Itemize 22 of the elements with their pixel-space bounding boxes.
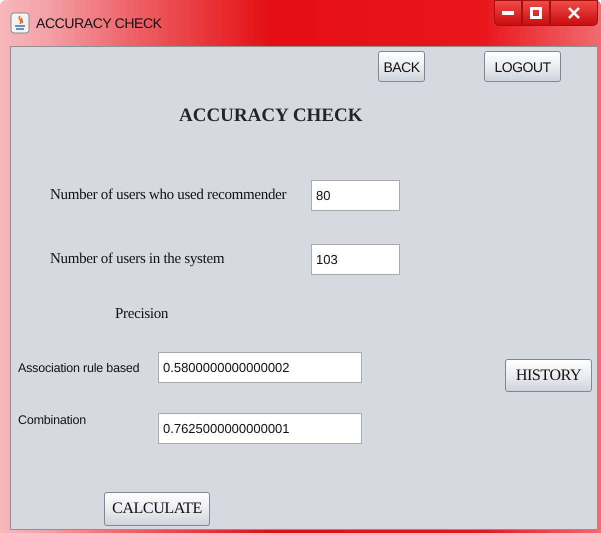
field-label: Number of users in the system [50, 251, 226, 268]
window-title: ACCURACY CHECK [36, 14, 162, 30]
close-icon [568, 7, 580, 19]
section-label: Precision [115, 306, 168, 324]
field-label: Number of users who used recommender [50, 187, 288, 204]
page-heading: ACCURACY CHECK [179, 104, 364, 128]
close-button[interactable] [550, 0, 598, 26]
result-label: Combination [18, 413, 87, 429]
number-field[interactable]: 80 [311, 180, 400, 211]
history-button[interactable]: HISTORY [505, 359, 592, 392]
minimize-button[interactable] [494, 0, 522, 26]
result-field[interactable]: 0.7625000000000001 [158, 413, 362, 444]
number-field[interactable]: 103 [311, 244, 400, 275]
result-label: Association rule based [18, 360, 140, 374]
logout-button[interactable]: LOGOUT [484, 51, 561, 82]
back-button[interactable]: BACK [378, 51, 425, 82]
app-icon [10, 12, 30, 34]
result-field[interactable]: 0.5800000000000002 [158, 352, 362, 383]
calculate-button[interactable]: CALCULATE [104, 492, 210, 526]
minimize-icon [502, 10, 514, 16]
maximize-button[interactable] [522, 0, 550, 26]
maximize-icon [530, 7, 542, 19]
